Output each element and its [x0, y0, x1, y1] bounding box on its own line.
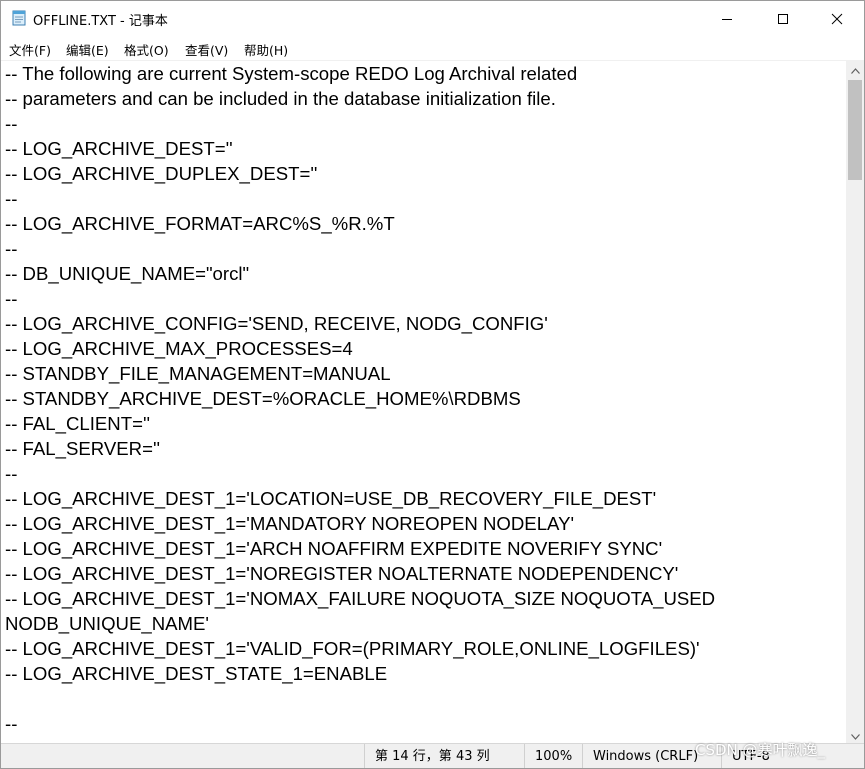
text-line: -- LOG_ARCHIVE_DEST_1='LOCATION=USE_DB_R… [5, 488, 657, 509]
menu-file[interactable]: 文件(F) [9, 40, 51, 59]
text-line: NODB_UNIQUE_NAME' [5, 613, 209, 634]
chevron-down-icon [850, 725, 860, 744]
text-editor[interactable]: -- The following are current System-scop… [1, 60, 846, 744]
text-line: -- The following are current System-scop… [5, 63, 578, 84]
text-line: -- FAL_CLIENT='' [5, 413, 151, 434]
text-line: -- STANDBY_FILE_MANAGEMENT=MANUAL [5, 363, 391, 384]
menu-edit[interactable]: 编辑(E) [66, 40, 109, 59]
text-line: -- [5, 463, 18, 484]
text-line: -- LOG_ARCHIVE_DEST_1='NOMAX_FAILURE NOQ… [5, 588, 716, 609]
text-line: -- FAL_SERVER='' [5, 438, 161, 459]
text-line: -- LOG_ARCHIVE_DEST='' [5, 138, 233, 159]
text-line: -- LOG_ARCHIVE_DEST_1='NOREGISTER NOALTE… [5, 563, 679, 584]
chevron-up-icon [850, 59, 860, 78]
text-line: -- LOG_ARCHIVE_MAX_PROCESSES=4 [5, 338, 353, 359]
menu-bar: 文件(F) 编辑(E) 格式(O) 查看(V) 帮助(H) [1, 36, 864, 59]
maximize-icon [777, 13, 789, 25]
text-line: -- parameters and can be included in the… [5, 88, 556, 109]
watermark: CSDN @寒叶飘逸_ [695, 741, 826, 759]
menu-format[interactable]: 格式(O) [124, 40, 169, 59]
notepad-window: OFFLINE.TXT - 记事本 文件(F) 编辑(E) 格式(O) 查看(V… [0, 0, 865, 769]
scroll-down-button[interactable] [846, 726, 864, 743]
text-line: -- LOG_ARCHIVE_FORMAT=ARC%S_%R.%T [5, 213, 395, 234]
menu-view[interactable]: 查看(V) [185, 40, 228, 59]
minimize-icon [721, 13, 733, 25]
text-line: -- LOG_ARCHIVE_CONFIG='SEND, RECEIVE, NO… [5, 313, 548, 334]
text-line: -- DB_UNIQUE_NAME="orcl" [5, 263, 250, 284]
scroll-thumb[interactable] [848, 80, 862, 180]
text-line: -- [5, 113, 18, 134]
text-line: -- LOG_ARCHIVE_DEST_1='ARCH NOAFFIRM EXP… [5, 538, 663, 559]
text-line: -- LOG_ARCHIVE_DUPLEX_DEST='' [5, 163, 318, 184]
text-line: -- LOG_ARCHIVE_DEST_STATE_1=ENABLE [5, 663, 388, 684]
text-line: -- LOG_ARCHIVE_DEST_1='MANDATORY NOREOPE… [5, 513, 575, 534]
close-icon [831, 13, 843, 25]
notepad-icon [11, 10, 27, 26]
close-button[interactable] [814, 1, 860, 36]
text-line: -- [5, 288, 18, 309]
minimize-button[interactable] [704, 1, 750, 36]
vertical-scrollbar[interactable] [846, 60, 864, 743]
text-line: -- STANDBY_ARCHIVE_DEST=%ORACLE_HOME%\RD… [5, 388, 521, 409]
text-line: -- LOG_ARCHIVE_DEST_1='VALID_FOR=(PRIMAR… [5, 638, 700, 659]
text-line: -- [5, 713, 18, 734]
title-bar[interactable]: OFFLINE.TXT - 记事本 [1, 1, 864, 36]
menu-help[interactable]: 帮助(H) [244, 40, 288, 59]
text-line: -- [5, 188, 18, 209]
window-title: OFFLINE.TXT - 记事本 [33, 14, 168, 29]
zoom-level: 100% [524, 744, 581, 768]
scroll-up-button[interactable] [846, 60, 864, 77]
text-line: -- [5, 238, 18, 259]
maximize-button[interactable] [760, 1, 806, 36]
cursor-position: 第 14 行，第 43 列 [364, 744, 515, 768]
